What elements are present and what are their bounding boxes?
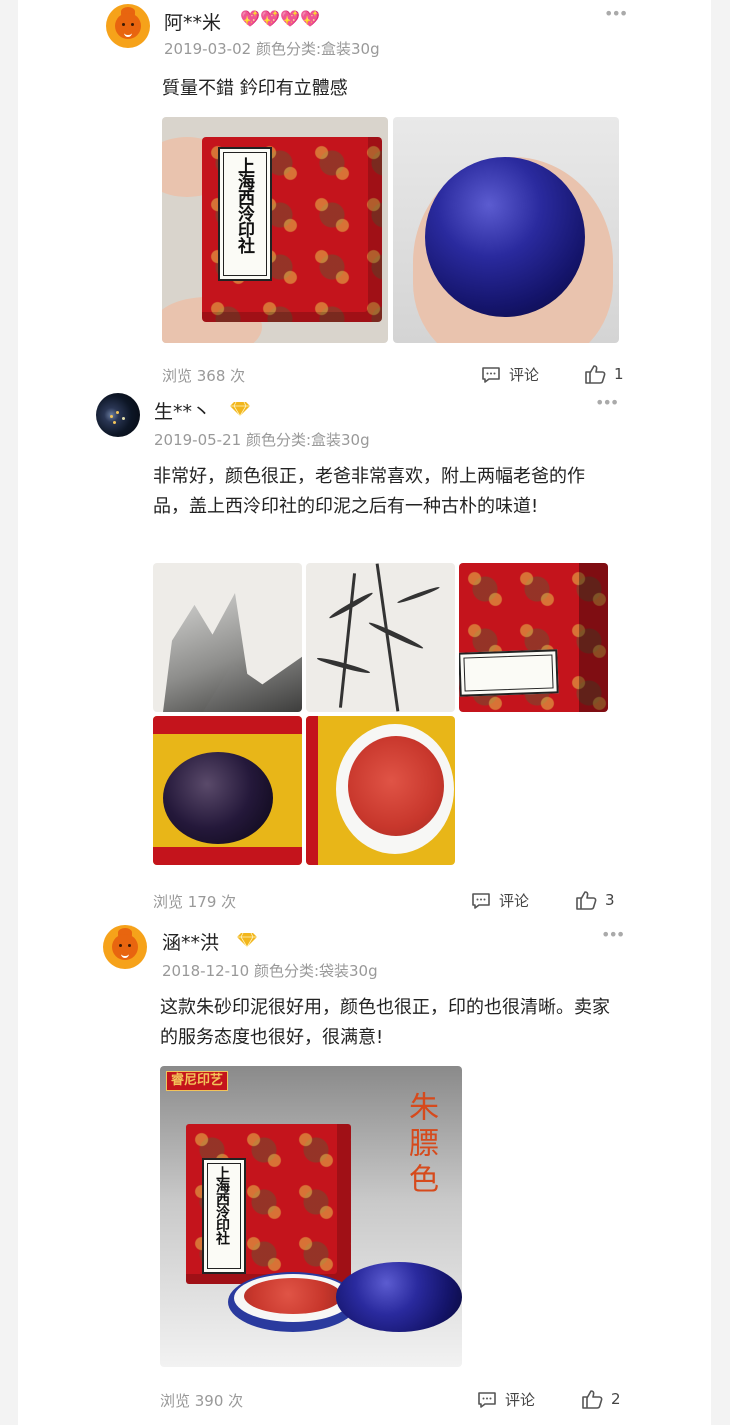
thumbs-up-icon <box>585 365 606 384</box>
comment-label: 评论 <box>499 892 530 910</box>
avatar[interactable] <box>96 393 140 437</box>
like-count: 1 <box>614 365 624 383</box>
heart-icon: 💖 <box>240 9 260 28</box>
like-button[interactable]: 3 <box>575 890 615 910</box>
member-badges: 💖 💖 💖 💖 <box>240 9 320 28</box>
diamond-icon <box>237 932 257 948</box>
review-date-variant: 2019-03-02 颜色分类:盒装30g <box>164 40 380 58</box>
review-photo[interactable] <box>153 563 302 712</box>
thumbs-up-icon <box>582 1390 603 1409</box>
review-text: 非常好，颜色很正，老爸非常喜欢，附上两幅老爸的作品，盖上西泠印社的印泥之后有一种… <box>153 466 585 517</box>
review-photo[interactable]: 上海西泠印社 <box>162 117 388 343</box>
thumbs-up-icon <box>576 891 597 910</box>
comment-button[interactable]: 评论 <box>481 364 539 385</box>
comment-label: 评论 <box>505 1391 536 1409</box>
more-icon[interactable]: ••• <box>601 925 625 944</box>
more-icon[interactable]: ••• <box>595 393 619 412</box>
box-label-text: 上海西泠印社 <box>214 1166 230 1244</box>
avatar[interactable] <box>106 4 150 48</box>
review-photo[interactable]: 睿尼印艺 朱膘色 上海西泠印社 <box>160 1066 462 1367</box>
comment-button[interactable]: 评论 <box>477 1389 535 1410</box>
heart-icon: 💖 <box>280 9 300 28</box>
review-photo[interactable] <box>459 563 608 712</box>
poster-brand: 睿尼印艺 <box>166 1071 229 1091</box>
like-count: 3 <box>605 891 615 909</box>
review-date-variant: 2019-05-21 颜色分类:盒装30g <box>154 431 370 449</box>
comment-icon <box>472 892 490 909</box>
review-item: 涵**洪 ••• 2018-12-10 颜色分类:袋装30g 这款朱砂印泥很好用… <box>0 920 730 1425</box>
more-icon[interactable]: ••• <box>604 4 628 23</box>
review-item: 阿**米 💖 💖 💖 💖 ••• 2019-03-02 颜色分类:盒装30g 質… <box>0 0 730 390</box>
review-date-variant: 2018-12-10 颜色分类:袋装30g <box>162 962 378 980</box>
box-label-text: 上海西泠印社 <box>234 157 254 253</box>
heart-icon: 💖 <box>300 9 320 28</box>
reviewer-name[interactable]: 涵**洪 <box>162 928 219 955</box>
avatar[interactable] <box>103 925 147 969</box>
view-count: 浏览 368 次 <box>162 367 246 385</box>
like-button[interactable]: 2 <box>581 1389 621 1409</box>
like-count: 2 <box>611 1390 621 1408</box>
comment-label: 评论 <box>509 366 540 384</box>
review-photo[interactable] <box>393 117 619 343</box>
comment-icon <box>482 366 500 383</box>
review-item: 生**丶 ••• 2019-05-21 颜色分类:盒装30g 非常好，颜色很正，… <box>0 390 730 920</box>
review-photo[interactable] <box>153 716 302 865</box>
review-photo[interactable] <box>306 716 455 865</box>
view-count: 浏览 390 次 <box>160 1392 244 1410</box>
review-photo[interactable] <box>306 563 455 712</box>
review-text: 这款朱砂印泥很好用，颜色也很正，印的也很清晰。卖家的服务态度也很好，很满意! <box>160 997 610 1048</box>
poster-color-name: 朱膘色 <box>403 1091 438 1199</box>
comment-icon <box>478 1391 496 1408</box>
comment-button[interactable]: 评论 <box>471 890 529 911</box>
diamond-icon <box>230 401 250 417</box>
like-button[interactable]: 1 <box>584 364 624 384</box>
reviewer-name[interactable]: 阿**米 <box>164 8 221 35</box>
reviewer-name[interactable]: 生**丶 <box>154 397 211 424</box>
heart-icon: 💖 <box>260 9 280 28</box>
view-count: 浏览 179 次 <box>153 893 237 911</box>
review-text: 質量不錯 鈐印有立體感 <box>162 78 348 99</box>
